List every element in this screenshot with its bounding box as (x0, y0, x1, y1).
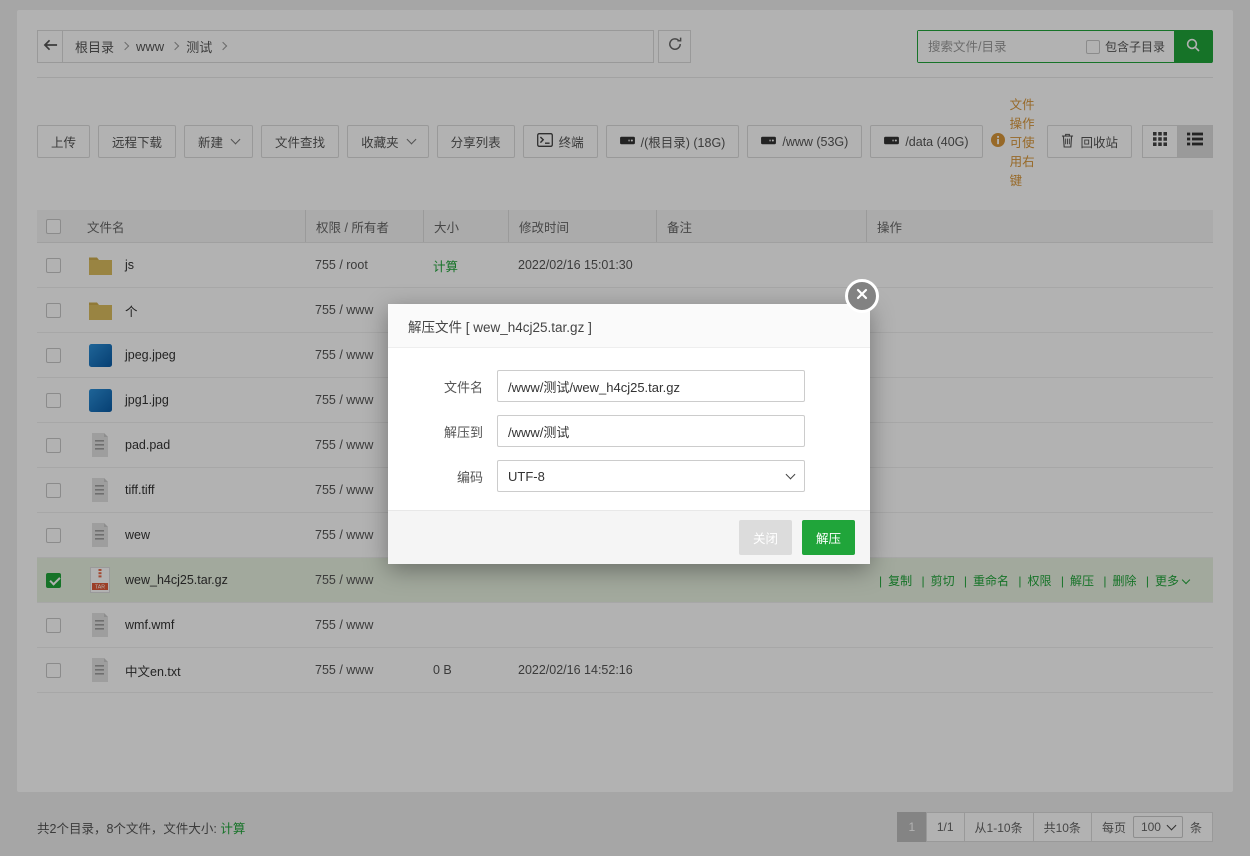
unzip-dialog: 解压文件 [ wew_h4cj25.tar.gz ] 文件名 解压到 编码 UT… (388, 304, 870, 564)
chevron-down-icon (786, 470, 796, 480)
dialog-title: 解压文件 [ wew_h4cj25.tar.gz ] (388, 304, 870, 348)
close-icon (856, 287, 868, 305)
dest-input[interactable] (497, 415, 805, 447)
encoding-select[interactable]: UTF-8 (497, 460, 805, 492)
dialog-close-button[interactable]: 关闭 (739, 520, 792, 555)
dialog-unzip-button[interactable]: 解压 (802, 520, 855, 555)
encoding-label: 编码 (413, 467, 483, 486)
filename-input[interactable] (497, 370, 805, 402)
close-button[interactable] (845, 279, 879, 313)
filename-label: 文件名 (413, 377, 483, 396)
dest-label: 解压到 (413, 422, 483, 441)
